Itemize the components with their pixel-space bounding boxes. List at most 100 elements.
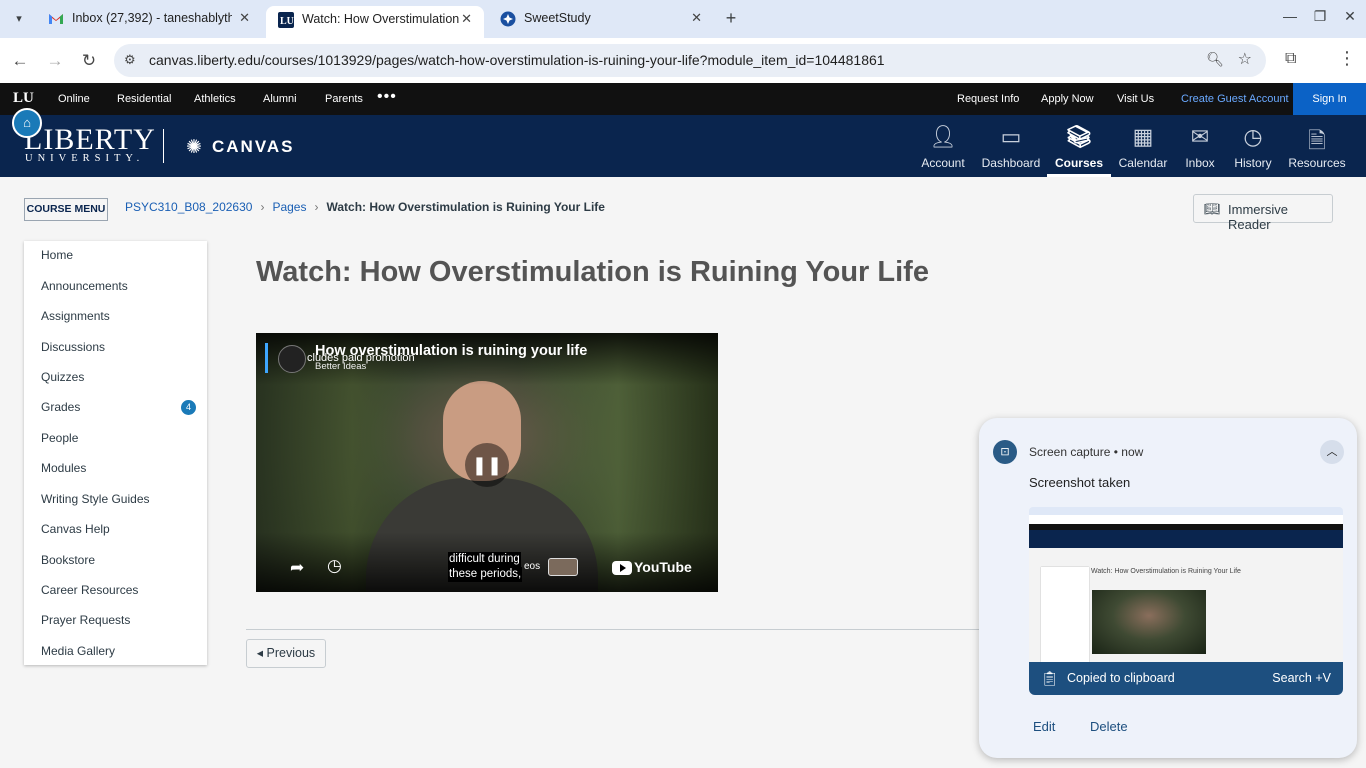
screenshot-preview[interactable]: Watch: How Overstimulation is Ruining Yo… (1029, 507, 1343, 662)
course-nav-assignments[interactable]: Assignments (41, 309, 110, 323)
youtube-video-embed[interactable]: How overstimulation is ruining your life… (256, 333, 718, 592)
preview-tabstrip (1029, 507, 1343, 515)
video-channel-name[interactable]: Better Ideas (315, 361, 366, 372)
immersive-reader-label: Immersive Reader (1228, 202, 1288, 232)
watch-later-icon[interactable]: ◷ (327, 556, 342, 576)
preview-header (1029, 530, 1343, 548)
tab-gmail[interactable]: Inbox (27,392) - taneshablythe ✕ (36, 0, 262, 38)
clipboard-label: Copied to clipboard (1067, 671, 1175, 685)
pause-icon[interactable]: ❚❚ (465, 443, 509, 487)
forward-icon[interactable]: → (44, 50, 66, 72)
breadcrumb-course-link[interactable]: PSYC310_B08_202630 (125, 200, 252, 214)
page-title: Watch: How Overstimulation is Ruining Yo… (256, 256, 929, 288)
channel-avatar[interactable] (278, 345, 306, 373)
breadcrumb-pages-link[interactable]: Pages (272, 200, 306, 214)
global-nav-history[interactable]: ◷ History (1221, 115, 1285, 177)
liberty-utility-bar: LU Online Residential Athletics Alumni P… (0, 83, 1366, 115)
youtube-logo[interactable]: YouTube (612, 559, 692, 576)
share-icon[interactable]: ➦ (290, 558, 304, 578)
delete-button[interactable]: Delete (1090, 719, 1128, 734)
global-nav-account[interactable]: 👤︎ Account (911, 115, 975, 177)
close-window-icon[interactable]: ✕ (1339, 8, 1361, 25)
nav-residential[interactable]: Residential (117, 93, 171, 105)
reload-icon[interactable]: ↻ (78, 50, 100, 72)
immersive-reader-icon: 📖︎ (1204, 201, 1221, 216)
more-videos-label[interactable]: eos (524, 561, 540, 572)
course-nav-media-gallery[interactable]: Media Gallery (41, 644, 115, 658)
close-tab-icon[interactable]: ✕ (461, 11, 472, 27)
course-nav-people[interactable]: People (41, 431, 78, 445)
tab-watch-page[interactable]: LU Watch: How Overstimulation is ✕ (266, 6, 484, 38)
notification-app: Screen capture • now (1029, 445, 1144, 459)
preview-course-nav (1041, 567, 1089, 662)
more-links-icon[interactable]: ••• (377, 88, 397, 106)
canvas-logo-icon: ✺ (186, 137, 202, 158)
course-nav-quizzes[interactable]: Quizzes (41, 370, 84, 384)
youtube-wordmark: YouTube (634, 559, 692, 575)
svg-text:LU: LU (280, 16, 294, 27)
courses-icon: 📚︎ (1065, 124, 1093, 149)
tab-search-icon[interactable]: ▾ (8, 8, 30, 30)
restore-icon[interactable]: ❐ (1309, 8, 1331, 25)
nav-apply-now[interactable]: Apply Now (1041, 93, 1094, 105)
clipboard-shortcut-hint: Search +V (1272, 671, 1331, 685)
course-nav-canvas-help[interactable]: Canvas Help (41, 522, 110, 536)
site-info-icon[interactable]: ⚙ (124, 52, 136, 68)
more-videos-thumbnail[interactable] (548, 558, 578, 576)
course-menu-button[interactable]: COURSE MENU (24, 198, 108, 221)
tab-sweetstudy[interactable]: SweetStudy ✕ (488, 0, 714, 38)
sweetstudy-icon (500, 11, 516, 27)
course-nav-home[interactable]: Home (41, 248, 73, 262)
course-nav-bookstore[interactable]: Bookstore (41, 553, 95, 567)
course-nav-modules[interactable]: Modules (41, 461, 86, 475)
chevron-right-icon: › (260, 200, 265, 214)
close-tab-icon[interactable]: ✕ (239, 10, 250, 26)
history-icon: ◷ (1243, 124, 1263, 149)
notification-title: Screenshot taken (1029, 475, 1131, 490)
preview-video (1092, 590, 1206, 654)
extensions-icon[interactable]: ⧉ (1285, 50, 1296, 68)
zoom-icon[interactable]: 🔍︎ (1206, 51, 1224, 68)
screen-capture-icon: ⊡ (993, 440, 1017, 464)
preview-addressbar (1029, 515, 1343, 524)
address-bar[interactable]: ⚙ canvas.liberty.edu/courses/1013929/pag… (114, 44, 1266, 77)
course-navigation: Home Announcements Assignments Discussio… (24, 241, 207, 665)
course-nav-announcements[interactable]: Announcements (41, 279, 128, 293)
global-nav-dashboard[interactable]: ▭ Dashboard (979, 115, 1043, 177)
tab-title: SweetStudy (524, 11, 591, 25)
clipboard-check-icon: 📋︎ (1041, 670, 1059, 686)
nav-parents[interactable]: Parents (325, 93, 363, 105)
minimize-icon[interactable]: — (1279, 8, 1301, 24)
liberty-wordmark-sub: UNIVERSITY. (25, 153, 145, 164)
global-nav-courses[interactable]: 📚︎ Courses (1047, 115, 1111, 177)
nav-athletics[interactable]: Athletics (194, 93, 236, 105)
liberty-wordmark[interactable]: LIBERTY (24, 125, 156, 155)
course-nav-prayer-requests[interactable]: Prayer Requests (41, 613, 130, 627)
bookmark-star-icon[interactable]: ☆ (1238, 49, 1252, 69)
nav-alumni[interactable]: Alumni (263, 93, 297, 105)
create-guest-account-link[interactable]: Create Guest Account (1181, 93, 1289, 105)
previous-button[interactable]: ◂ Previous (246, 639, 326, 668)
nav-visit-us[interactable]: Visit Us (1117, 93, 1154, 105)
global-nav-resources[interactable]: 🗎︎ Resources (1285, 115, 1349, 177)
gmail-icon (49, 14, 63, 24)
new-tab-icon[interactable]: + (720, 8, 742, 30)
immersive-reader-button[interactable]: 📖︎ Immersive Reader (1193, 194, 1333, 232)
course-nav-discussions[interactable]: Discussions (41, 340, 105, 354)
edit-button[interactable]: Edit (1033, 719, 1055, 734)
back-icon[interactable]: ← (9, 50, 31, 72)
browser-menu-icon[interactable]: ⋮ (1338, 48, 1356, 69)
lu-logo[interactable]: LU (13, 90, 34, 107)
sign-in-button[interactable]: Sign In (1293, 83, 1366, 115)
tab-title: Inbox (27,392) - taneshablythe (72, 11, 232, 25)
course-nav-writing-style-guides[interactable]: Writing Style Guides (41, 492, 150, 506)
nav-request-info[interactable]: Request Info (957, 93, 1019, 105)
close-tab-icon[interactable]: ✕ (691, 10, 702, 26)
course-nav-grades[interactable]: Grades (41, 400, 80, 414)
nav-online[interactable]: Online (58, 93, 90, 105)
course-nav-career-resources[interactable]: Career Resources (41, 583, 138, 597)
collapse-chevron-icon[interactable]: ︿ (1320, 440, 1344, 464)
url-text[interactable]: canvas.liberty.edu/courses/1013929/pages… (149, 52, 885, 68)
clipboard-bar[interactable]: 📋︎ Copied to clipboard Search +V (1029, 662, 1343, 695)
accessibility-home-icon[interactable]: ⌂ (12, 108, 42, 138)
